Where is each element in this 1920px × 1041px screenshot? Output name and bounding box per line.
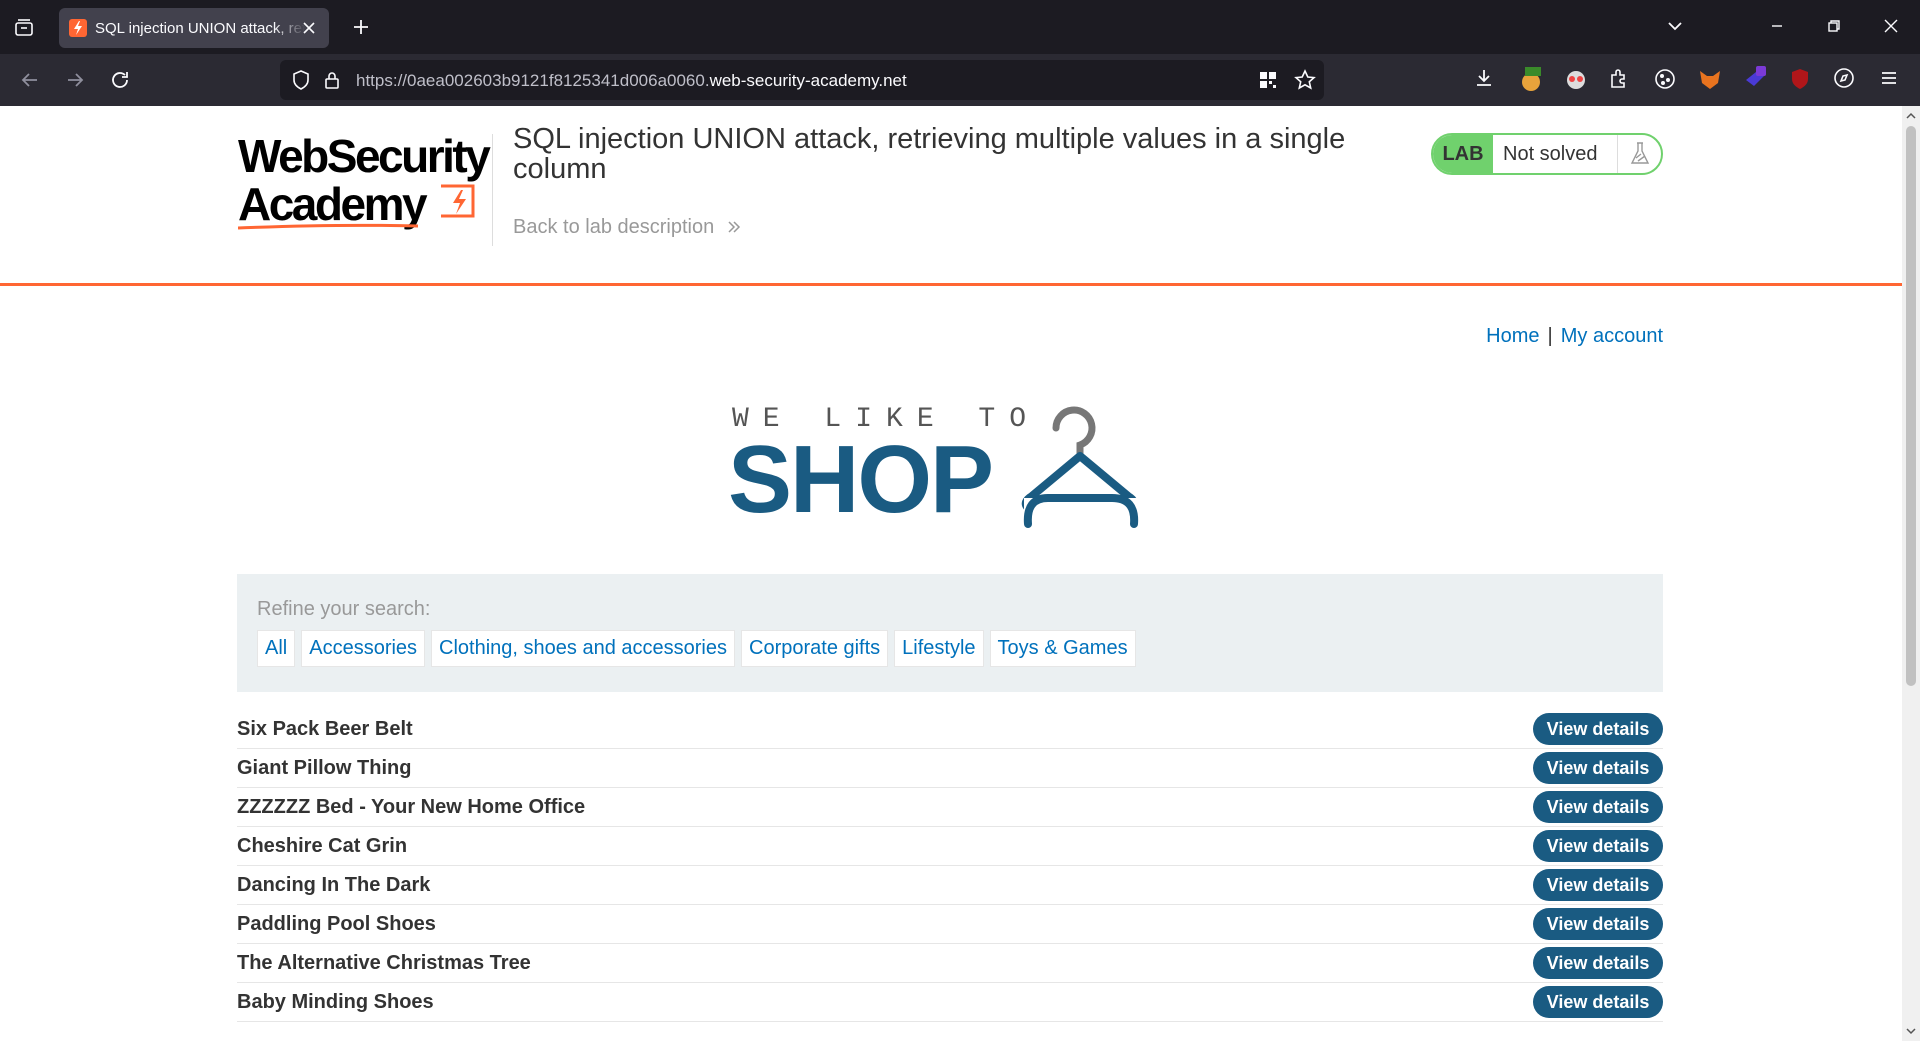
web-security-academy-logo[interactable]: WebSecurity Academy	[238, 130, 491, 232]
hanger-icon	[1021, 406, 1146, 528]
filter-list: All Accessories Clothing, shoes and acce…	[257, 630, 1136, 667]
burp-extension-icon[interactable]	[1517, 66, 1545, 94]
back-arrow-icon[interactable]	[18, 68, 42, 92]
browser-tab-bar: SQL injection UNION attack, retrieving m…	[0, 0, 1920, 54]
window-close-icon[interactable]	[1879, 14, 1903, 38]
logo-swoosh-icon	[238, 223, 419, 230]
view-details-button[interactable]: View details	[1533, 830, 1663, 862]
product-row: The Alternative Christmas Tree View detai…	[237, 944, 1663, 983]
close-icon[interactable]	[299, 18, 319, 38]
logo-line-1: WebSecurity	[238, 130, 491, 182]
browser-tab[interactable]: SQL injection UNION attack, retrieving m…	[59, 8, 329, 48]
url-prefix: https://0aea002603b9121f8125341d006a0060…	[356, 71, 710, 90]
refine-search-label: Refine your search:	[257, 598, 431, 620]
view-details-button[interactable]: View details	[1533, 908, 1663, 940]
product-name: Giant Pillow Thing	[237, 756, 412, 779]
view-details-button[interactable]: View details	[1533, 752, 1663, 784]
product-name: Baby Minding Shoes	[237, 990, 434, 1013]
filter-all[interactable]: All	[257, 630, 296, 667]
product-row: Paddling Pool Shoes View details	[237, 905, 1663, 944]
chevron-down-icon[interactable]	[1663, 14, 1687, 38]
owl-extension-icon[interactable]	[1562, 66, 1590, 94]
view-details-button[interactable]: View details	[1533, 986, 1663, 1018]
scroll-up-icon[interactable]	[1902, 108, 1920, 124]
product-row: Giant Pillow Thing View details	[237, 749, 1663, 788]
burp-favicon-icon	[69, 19, 87, 37]
scroll-down-icon[interactable]	[1902, 1023, 1920, 1039]
back-link-label: Back to lab description	[513, 216, 715, 238]
view-details-button[interactable]: View details	[1533, 947, 1663, 979]
extensions-icon[interactable]	[1607, 66, 1635, 94]
filter-clothing[interactable]: Clothing, shoes and accessories	[431, 630, 735, 667]
lab-status-label: LAB	[1433, 135, 1493, 173]
notification-extension-icon[interactable]	[1742, 66, 1770, 94]
view-details-button[interactable]: View details	[1533, 869, 1663, 901]
lab-title: SQL injection UNION attack, retrieving m…	[513, 123, 1346, 185]
tab-list-icon[interactable]	[12, 16, 36, 40]
star-icon[interactable]	[1294, 69, 1316, 96]
my-account-link[interactable]: My account	[1561, 325, 1663, 347]
filter-accessories[interactable]: Accessories	[301, 630, 426, 667]
page-scrollbar[interactable]	[1902, 106, 1920, 1041]
filter-corporate-gifts[interactable]: Corporate gifts	[741, 630, 889, 667]
product-row: Cheshire Cat Grin View details	[237, 827, 1663, 866]
product-name: Paddling Pool Shoes	[237, 912, 436, 935]
fox-extension-icon[interactable]	[1697, 66, 1725, 94]
logo-line-2: Academy	[238, 180, 488, 228]
lab-status-text: Not solved	[1503, 142, 1598, 165]
product-name: The Alternative Christmas Tree	[237, 951, 531, 974]
flask-icon	[1617, 135, 1661, 173]
filter-lifestyle[interactable]: Lifestyle	[894, 630, 984, 667]
view-details-button[interactable]: View details	[1533, 791, 1663, 823]
cookie-icon[interactable]	[1652, 66, 1680, 94]
view-details-button[interactable]: View details	[1533, 713, 1663, 745]
product-name: ZZZZZZ Bed - Your New Home Office	[237, 795, 586, 818]
lab-status-widget: LAB Not solved	[1431, 133, 1663, 175]
product-row: Six Pack Beer Belt View details	[237, 710, 1663, 749]
compass-icon[interactable]	[1832, 66, 1860, 94]
product-row: Dancing In The Dark View details	[237, 866, 1663, 905]
url-bar[interactable]: https://0aea002603b9121f8125341d006a0060…	[280, 60, 1324, 100]
filter-toys-games[interactable]: Toys & Games	[989, 630, 1136, 667]
top-navigation: Home | My account	[1486, 325, 1663, 348]
product-row: ZZZZZZ Bed - Your New Home Office View de…	[237, 788, 1663, 827]
bolt-icon	[441, 184, 475, 218]
page-content: WebSecurity Academy SQL injection UNION …	[0, 106, 1902, 1041]
lab-header: WebSecurity Academy SQL injection UNION …	[0, 106, 1902, 286]
shop-logo-title: SHOP	[728, 426, 994, 533]
url-host: web-security-academy.net	[709, 71, 907, 90]
nav-separator: |	[1547, 325, 1553, 347]
product-name: Cheshire Cat Grin	[237, 834, 408, 857]
minimize-icon[interactable]	[1765, 14, 1789, 38]
plus-icon[interactable]	[349, 15, 373, 39]
download-icon[interactable]	[1472, 66, 1500, 94]
lock-icon[interactable]	[322, 69, 342, 96]
menu-icon[interactable]	[1877, 66, 1905, 94]
product-name: Dancing In The Dark	[237, 873, 431, 896]
tab-title: SQL injection UNION attack, retrieving m…	[95, 19, 305, 37]
back-to-lab-description-link[interactable]: Back to lab description	[513, 216, 742, 239]
restore-icon[interactable]	[1822, 14, 1846, 38]
header-divider	[492, 134, 493, 246]
ublock-icon[interactable]	[1787, 66, 1815, 94]
double-chevron-right-icon	[728, 221, 740, 233]
shield-icon[interactable]	[290, 69, 312, 96]
product-row: Baby Minding Shoes View details	[237, 983, 1663, 1022]
product-list: Six Pack Beer Belt View details Giant Pil…	[237, 710, 1663, 1022]
product-name: Six Pack Beer Belt	[237, 717, 413, 740]
reload-icon[interactable]	[108, 68, 132, 92]
url-text[interactable]: https://0aea002603b9121f8125341d006a0060…	[356, 71, 907, 91]
shop-logo: WE LIKE TO SHOP	[720, 398, 1200, 533]
browser-nav-bar: https://0aea002603b9121f8125341d006a0060…	[0, 54, 1920, 106]
forward-arrow-icon[interactable]	[63, 68, 87, 92]
home-link[interactable]: Home	[1486, 325, 1539, 347]
scrollbar-thumb[interactable]	[1906, 126, 1916, 686]
filter-panel: Refine your search: All Accessories Clot…	[237, 574, 1663, 692]
qr-code-icon[interactable]	[1258, 70, 1278, 95]
